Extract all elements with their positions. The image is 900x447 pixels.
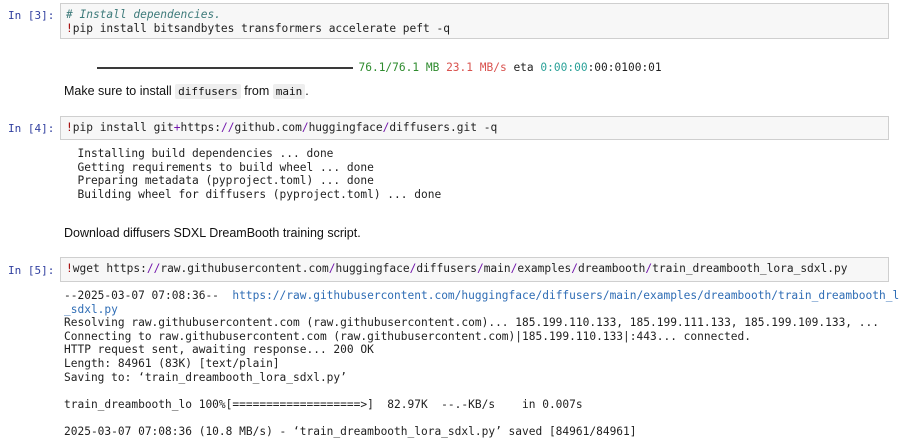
cell-5-download-link-cont[interactable]: _sdxl.py — [64, 303, 118, 316]
cell-5-command-line: !wget https://raw.githubusercontent.com /… — [66, 262, 883, 276]
cell-4-cmd-a: pip install git — [72, 121, 174, 134]
cell-5-prompt: In [5]: — [8, 264, 55, 277]
cell-4-command-line: !pip install git+https://github.com/hugg… — [66, 121, 883, 135]
cell-3-comment: # Install dependencies. — [66, 8, 221, 21]
cell-5-cmd-a: wget https: — [72, 262, 147, 275]
cell-5-cmd-e: main — [483, 262, 511, 275]
cell-3-comment-line: # Install dependencies. — [66, 8, 883, 22]
cell-5-bang: ! — [66, 262, 73, 275]
md1-mid: from — [240, 84, 273, 98]
cell-4-output-line: Building wheel for diffusers (pyproject.… — [64, 187, 442, 201]
cell-4-code-editor[interactable]: !pip install git+https://github.com/hugg… — [60, 116, 889, 140]
cell-3-eta-label: eta — [513, 60, 534, 74]
cell-3-bang: ! — [66, 21, 73, 35]
cell-4-output: Installing build dependencies ... done G… — [64, 147, 441, 201]
cell-5-output-line: _sdxl.py — [64, 303, 900, 317]
cell-5-timestamp-start: --2025-03-07 07:08:36-- — [64, 289, 233, 302]
cell-4-flag: -q — [476, 121, 498, 134]
cell-5-output: --2025-03-07 07:08:36-- https://raw.gith… — [64, 289, 900, 439]
cell-4-output-line: Getting requirements to build wheel ... … — [64, 160, 374, 174]
cell-5-output-line: HTTP request sent, awaiting response... … — [64, 343, 374, 357]
cell-5-output-line — [64, 384, 900, 398]
md1-pre: Make sure to install — [64, 84, 176, 98]
markdown-download-note: Download diffusers SDXL DreamBooth train… — [64, 226, 361, 240]
cell-4-cmd-d: huggingface — [308, 121, 383, 134]
cell-5-cmd-f: examples — [517, 262, 572, 275]
cell-4-cmd-c: github.com — [234, 121, 302, 134]
cell-3-progress-size: 76.1/76.1 MB — [358, 60, 440, 74]
cell-5-output-line: Saving to: ‘train_dreambooth_lora_sdxl.p… — [64, 370, 347, 384]
cell-5-cmd-c: huggingface — [335, 262, 410, 275]
cell-5-s3: / — [476, 262, 484, 275]
cell-3-command-line: !pip install bitsandbytes transformers a… — [66, 22, 883, 36]
cell-5-output-line: Resolving raw.githubusercontent.com (raw… — [64, 316, 879, 330]
cell-5-cmd-d: diffusers — [416, 262, 477, 275]
cell-5-output-line: --2025-03-07 07:08:36-- https://raw.gith… — [64, 289, 900, 303]
cell-5-cmd-h: train_dreambooth_lora_sdxl.py — [652, 262, 848, 275]
markdown-install-note: Make sure to install diffusers from main… — [64, 84, 309, 99]
cell-5-cmd-g: dreambooth — [578, 262, 646, 275]
cell-3-eta-value: 0:00:00 — [540, 60, 588, 74]
md1-code-diffusers: diffusers — [175, 84, 241, 99]
cell-5-output-line: 2025-03-07 07:08:36 (10.8 MB/s) - ‘train… — [64, 424, 637, 438]
cell-4-cmd-b: https: — [180, 121, 221, 134]
cell-5-download-link[interactable]: https://raw.githubusercontent.com/huggin… — [232, 289, 900, 302]
cell-3-progress-bar — [97, 66, 354, 69]
md1-code-main: main — [272, 84, 306, 99]
cell-4-output-line: Installing build dependencies ... done — [64, 147, 334, 160]
cell-5-cmd-b: raw.githubusercontent.com — [160, 262, 329, 275]
cell-3-prompt: In [3]: — [8, 9, 55, 22]
cell-5-output-line — [64, 411, 900, 425]
cell-4-slash: // — [220, 121, 235, 134]
cell-3-progress-speed: 23.1 MB/s — [446, 60, 507, 74]
cell-4-bang: ! — [66, 121, 73, 134]
cell-3-eta-tail: :00:0100:01 — [587, 60, 662, 74]
cell-3-command: pip install bitsandbytes transformers ac… — [72, 21, 450, 35]
md1-post: . — [305, 84, 309, 98]
cell-5-code-editor[interactable]: !wget https://raw.githubusercontent.com /… — [60, 257, 889, 282]
cell-3-code-editor[interactable]: # Install dependencies. !pip install bit… — [60, 3, 889, 39]
cell-3-output: 76.1/76.1 MB 23.1 MB/s eta 0:00:00:00:01… — [84, 47, 662, 74]
cell-4-prompt: In [4]: — [8, 122, 55, 135]
cell-5-slash: // — [146, 262, 161, 275]
cell-4-plus: + — [173, 121, 181, 134]
cell-5-output-line: train_dreambooth_lo 100%[===============… — [64, 397, 583, 411]
cell-4-output-line: Preparing metadata (pyproject.toml) ... … — [64, 174, 374, 188]
cell-4-s1: / — [301, 121, 309, 134]
cell-4-cmd-e: diffusers.git — [389, 121, 477, 134]
cell-5-output-line: Length: 84961 (83K) [text/plain] — [64, 356, 280, 370]
cell-5-output-line: Connecting to raw.githubusercontent.com … — [64, 329, 752, 343]
